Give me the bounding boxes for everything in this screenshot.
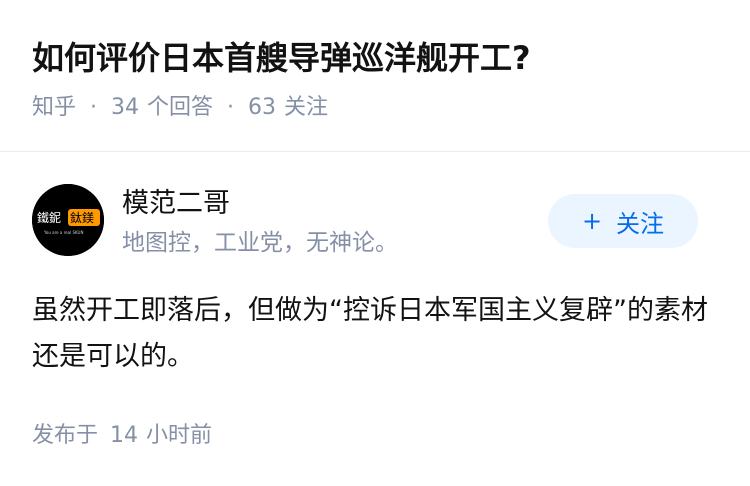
- author-name[interactable]: 模范二哥: [122, 184, 230, 224]
- header-divider: [0, 151, 750, 152]
- post-time: 发布于 14 小时前: [32, 420, 212, 452]
- post-time-prefix: 发布于: [32, 423, 99, 448]
- followers-count[interactable]: 63: [248, 92, 276, 124]
- author-avatar[interactable]: 鐵鈮 鈦鎂 You are a real SKUN: [32, 184, 104, 256]
- meta-separator: ·: [90, 95, 98, 120]
- follow-button[interactable]: + 关注: [548, 194, 698, 248]
- followers-label[interactable]: 关注: [284, 92, 328, 124]
- follow-button-label: 关注: [616, 209, 665, 238]
- question-header: 如何评价日本首艘导弹巡洋舰开工? 知乎 · 34 个回答 · 63 关注: [32, 0, 718, 152]
- answer-content[interactable]: 虽然开工即落后，但做为“控诉日本军国主义复辟”的素材还是可以的。: [32, 288, 722, 380]
- plus-icon: +: [581, 207, 603, 235]
- avatar-text-left: 鐵鈮: [37, 210, 61, 225]
- avatar-logo: 鐵鈮 鈦鎂 You are a real SKUN: [32, 184, 104, 256]
- avatar-subtext: You are a real SKUN: [43, 230, 83, 235]
- author-bio: 地图控，工业党，无神论。: [122, 230, 398, 256]
- answers-count[interactable]: 34: [111, 92, 139, 124]
- question-title[interactable]: 如何评价日本首艘导弹巡洋舰开工?: [32, 36, 531, 80]
- answer-page: 如何评价日本首艘导弹巡洋舰开工? 知乎 · 34 个回答 · 63 关注 鐵鈮 …: [0, 0, 750, 486]
- post-time-value: 14: [110, 423, 139, 448]
- avatar-text-right: 鈦鎂: [70, 210, 94, 225]
- source-label[interactable]: 知乎: [32, 92, 76, 124]
- meta-separator: ·: [227, 95, 235, 120]
- answers-label[interactable]: 个回答: [147, 92, 213, 124]
- post-time-unit: 小时前: [146, 423, 213, 448]
- question-meta: 知乎 · 34 个回答 · 63 关注: [32, 92, 328, 124]
